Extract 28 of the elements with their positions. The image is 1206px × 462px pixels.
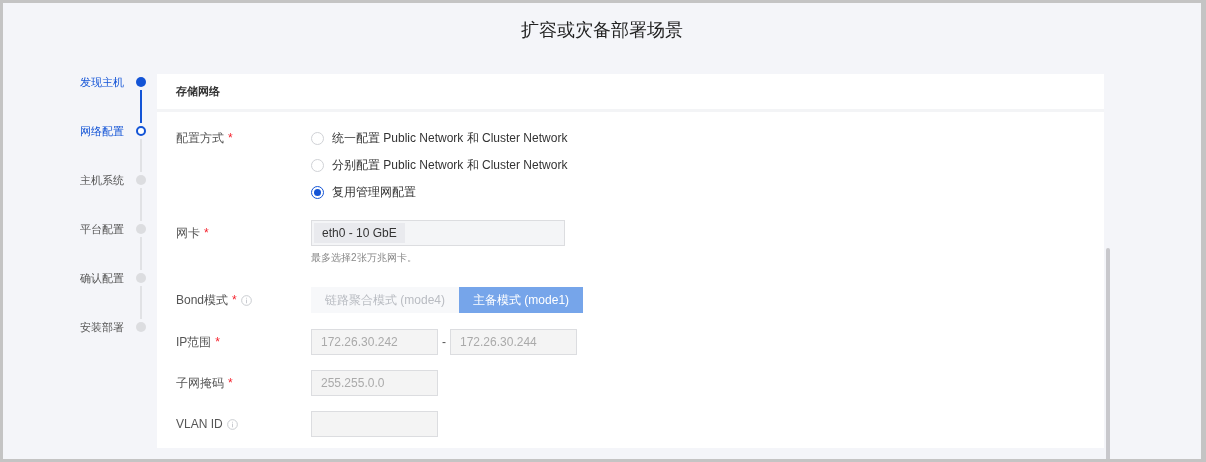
- page-title: 扩容或灾备部署场景: [520, 19, 684, 42]
- nic-select-field[interactable]: eth0 - 10 GbE: [311, 220, 565, 246]
- field-label: IP范围: [176, 334, 212, 351]
- required-mark: *: [232, 292, 237, 309]
- required-mark: *: [204, 224, 209, 242]
- scrollbar-thumb[interactable]: [1106, 248, 1110, 459]
- radio-label[interactable]: 分别配置 Public Network 和 Cluster Network: [332, 156, 568, 174]
- field-label: 配置方式: [176, 130, 224, 147]
- nic-tag: eth0 - 10 GbE: [314, 223, 405, 243]
- step-label[interactable]: 安装部署: [80, 318, 136, 336]
- radio-label[interactable]: 复用管理网配置: [332, 183, 416, 201]
- field-label: VLAN ID: [176, 416, 223, 433]
- required-mark: *: [215, 334, 220, 351]
- step-label[interactable]: 确认配置: [80, 269, 136, 287]
- field-label: Bond模式: [176, 292, 229, 309]
- step-label[interactable]: 主机系统: [80, 171, 136, 189]
- field-label: 网卡: [176, 224, 200, 242]
- step-label[interactable]: 发现主机: [80, 73, 136, 91]
- step-label[interactable]: 平台配置: [80, 220, 136, 238]
- vlan-id-field[interactable]: [311, 411, 438, 437]
- required-mark: *: [228, 375, 233, 392]
- range-separator: -: [441, 334, 447, 351]
- required-mark: *: [228, 130, 233, 147]
- field-hint: 最多选择2张万兆网卡。: [311, 251, 418, 265]
- step-label[interactable]: 网络配置: [80, 122, 136, 140]
- field-label: 子网掩码: [176, 375, 224, 392]
- section-title: 存储网络: [176, 84, 220, 100]
- radio-label[interactable]: 统一配置 Public Network 和 Cluster Network: [332, 129, 568, 147]
